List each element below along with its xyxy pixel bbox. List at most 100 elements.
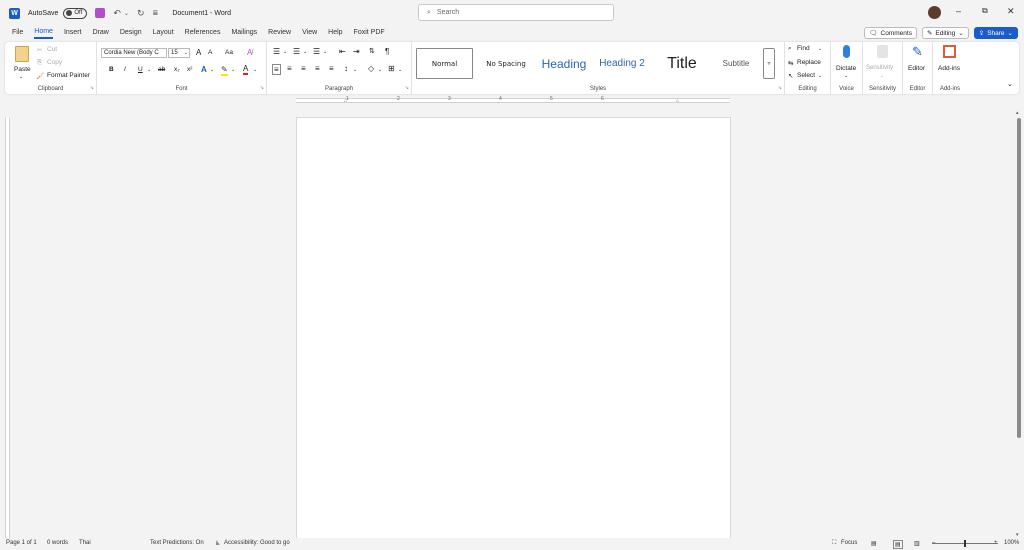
dialog-launcher-icon[interactable]: ↘	[260, 85, 264, 91]
avatar[interactable]	[928, 6, 941, 19]
tab-review[interactable]: Review	[268, 29, 291, 38]
editor-pen-icon[interactable]: ✎	[912, 44, 923, 60]
restore-icon[interactable]: ⧉	[982, 6, 988, 16]
scroll-up-icon[interactable]: ▴	[1016, 110, 1019, 116]
share-button[interactable]: ⇪ Share ⌄	[973, 27, 1018, 39]
customize-quick-access-icon[interactable]: ≣	[152, 9, 158, 17]
editor-button[interactable]: Editor	[908, 65, 925, 72]
replace-button[interactable]: Replace	[797, 59, 821, 66]
distributed-icon[interactable]: ≡	[329, 64, 334, 73]
tab-help[interactable]: Help	[328, 29, 342, 38]
text-predictions-status[interactable]: Text Predictions: On	[150, 540, 204, 546]
italic-button[interactable]: I	[124, 66, 126, 73]
format-painter-button[interactable]: Format Painter	[47, 72, 90, 79]
chevron-down-icon[interactable]: ⌄	[353, 67, 357, 73]
change-case-button[interactable]: Aa	[225, 49, 233, 56]
font-name-select[interactable]: Cordia New (Body C	[101, 48, 167, 58]
dialog-launcher-icon[interactable]: ↘	[778, 85, 782, 91]
tab-file[interactable]: File	[12, 29, 23, 38]
increase-indent-icon[interactable]: ⇥	[353, 47, 360, 56]
tab-design[interactable]: Design	[120, 29, 142, 38]
read-mode-icon[interactable]: ▤	[871, 540, 877, 547]
tab-references[interactable]: References	[185, 29, 221, 38]
grow-font-button[interactable]: A	[196, 48, 201, 57]
chevron-down-icon[interactable]: ⌄	[231, 67, 235, 73]
styles-more-icon[interactable]: ▿	[763, 48, 775, 79]
borders-icon[interactable]: ⊞	[388, 64, 395, 73]
replace-icon[interactable]: ⇆	[788, 59, 793, 67]
language-indicator[interactable]: Thai	[79, 540, 91, 546]
chevron-down-icon[interactable]: ⌄	[147, 67, 151, 73]
align-left-icon[interactable]: ≡	[272, 64, 281, 75]
dictate-button[interactable]: Dictate	[836, 65, 856, 72]
chevron-down-icon[interactable]: ⌄	[818, 46, 822, 52]
find-button[interactable]: Find	[797, 45, 810, 52]
bullets-icon[interactable]: ☰	[273, 47, 280, 56]
highlight-icon[interactable]: ✎	[221, 65, 228, 76]
underline-button[interactable]: U	[138, 66, 143, 73]
cut-button[interactable]: Cut	[47, 46, 57, 53]
chevron-down-icon[interactable]: ⌄	[818, 73, 822, 79]
vertical-scrollbar[interactable]: ▴ ▾	[1016, 110, 1022, 538]
save-icon[interactable]	[95, 8, 106, 18]
select-button[interactable]: Select	[797, 72, 815, 79]
addins-grid-icon[interactable]	[943, 45, 956, 58]
chevron-down-icon[interactable]: ⌄	[253, 67, 257, 73]
style-subtitle[interactable]: Subtitle	[712, 48, 760, 79]
chevron-down-icon[interactable]: ⌄	[283, 49, 287, 55]
sort-icon[interactable]: ⇅	[369, 47, 375, 55]
justify-icon[interactable]: ≡	[315, 64, 320, 73]
web-layout-icon[interactable]: ▥	[914, 540, 920, 547]
style-heading-2[interactable]: Heading 2	[592, 48, 652, 79]
tab-layout[interactable]: Layout	[153, 29, 174, 38]
zoom-in-icon[interactable]: +	[994, 540, 998, 546]
superscript-button[interactable]: x²	[187, 66, 192, 73]
bold-button[interactable]: B	[109, 66, 114, 73]
print-layout-icon[interactable]: ▤	[893, 540, 903, 549]
find-icon[interactable]: ⌕	[788, 45, 792, 53]
shrink-font-button[interactable]: A	[208, 49, 212, 56]
select-icon[interactable]: ↖	[788, 72, 793, 80]
minimize-icon[interactable]: –	[956, 6, 961, 16]
chevron-down-icon[interactable]: ⌄	[844, 73, 848, 79]
chevron-down-icon[interactable]: ⌄	[19, 74, 23, 80]
show-formatting-button[interactable]: ¶	[385, 47, 389, 56]
undo-icon[interactable]: ↶	[113, 8, 121, 19]
dialog-launcher-icon[interactable]: ↘	[405, 85, 409, 91]
zoom-level[interactable]: 100%	[1004, 540, 1019, 546]
tab-mailings[interactable]: Mailings	[231, 29, 257, 38]
document-page[interactable]	[296, 117, 731, 541]
horizontal-ruler[interactable]: 1 2 3 4 5 6 ⌂ ⌂	[296, 96, 730, 104]
decrease-indent-icon[interactable]: ⇤	[339, 47, 346, 56]
editing-mode-button[interactable]: ✎ Editing ⌄	[921, 27, 969, 39]
chevron-down-icon[interactable]: ⌄	[398, 67, 402, 73]
tab-insert[interactable]: Insert	[64, 29, 82, 38]
vertical-ruler[interactable]	[4, 118, 10, 538]
style-heading[interactable]: Heading	[536, 48, 592, 79]
format-painter-icon[interactable]: 🖌	[36, 72, 44, 80]
shading-icon[interactable]: ◇	[368, 64, 374, 73]
undo-dropdown-icon[interactable]: ⌄	[124, 10, 129, 17]
font-size-select[interactable]: 15 ⌄	[168, 48, 190, 58]
dialog-launcher-icon[interactable]: ↘	[90, 85, 94, 91]
search-input[interactable]: ⌕ Search	[418, 4, 614, 21]
paste-icon[interactable]	[15, 46, 29, 62]
align-right-icon[interactable]: ≡	[301, 64, 306, 73]
accessibility-status[interactable]: Accessibility: Good to go	[224, 540, 290, 546]
copy-icon[interactable]: ⎘	[37, 59, 42, 67]
close-icon[interactable]: ✕	[1007, 6, 1015, 17]
right-indent-marker-icon[interactable]: ⌂	[676, 98, 679, 104]
redo-icon[interactable]: ↻	[137, 8, 145, 19]
scrollbar-thumb[interactable]	[1017, 118, 1021, 438]
style-no-spacing[interactable]: No Spacing	[476, 48, 536, 79]
sensitivity-button[interactable]: Sensitivity	[866, 65, 893, 71]
tab-view[interactable]: View	[302, 29, 317, 38]
focus-button[interactable]: Focus	[841, 540, 857, 546]
comments-button[interactable]: 🗨 Comments	[864, 27, 917, 39]
tab-home[interactable]: Home	[34, 28, 53, 39]
line-spacing-icon[interactable]: ↕	[344, 64, 348, 73]
numbering-icon[interactable]: ☰	[293, 47, 300, 56]
indent-marker-icon[interactable]: ⌂	[344, 98, 347, 104]
page-count[interactable]: Page 1 of 1	[6, 540, 37, 546]
clear-formatting-icon[interactable]: A̸	[247, 48, 252, 57]
